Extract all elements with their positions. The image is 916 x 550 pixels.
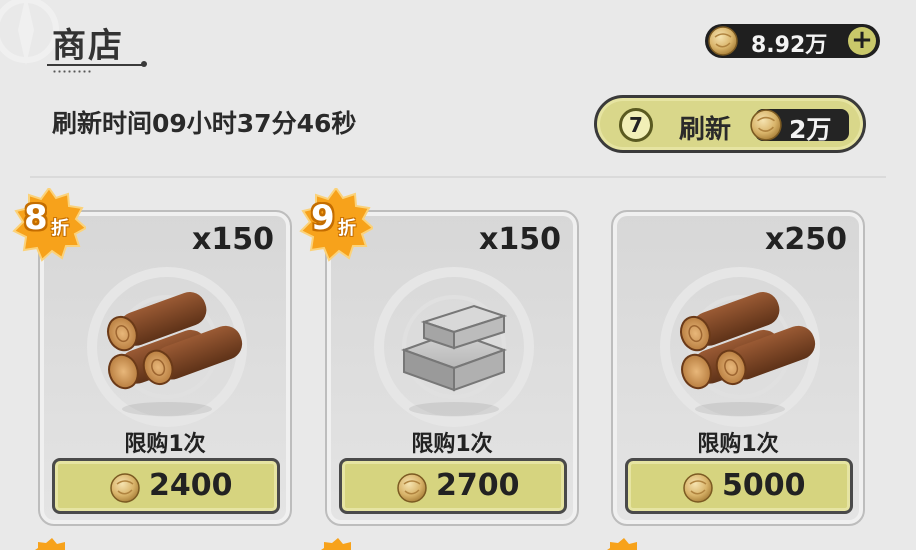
- page-title: 商店: [52, 26, 124, 66]
- purchase-limit: 限购1次: [124, 432, 206, 457]
- currency-display: 8.92万 +: [705, 24, 880, 58]
- purchase-limit: 限购1次: [697, 432, 779, 457]
- currency-amount: 8.92万: [751, 33, 828, 58]
- discount-badge-partial: [35, 538, 65, 550]
- item-quantity: x150: [192, 222, 274, 257]
- item-quantity: x150: [479, 222, 561, 257]
- refresh-label: 刷新: [679, 115, 732, 145]
- header-divider: [30, 176, 886, 178]
- buy-button[interactable]: 5000: [625, 458, 853, 514]
- item-price: 5000: [722, 468, 806, 503]
- title-dots: [52, 70, 92, 73]
- refresh-cost: 2万: [750, 109, 849, 144]
- item-price: 2400: [149, 468, 233, 503]
- discount-badge-partial: [607, 538, 637, 550]
- refresh-button[interactable]: 7 刷新 2万: [594, 95, 866, 153]
- buy-button[interactable]: 2400: [52, 458, 280, 514]
- refresh-cycle-icon: 7: [619, 108, 653, 142]
- refresh-count: 7: [629, 113, 643, 137]
- coin-icon: [397, 473, 427, 503]
- add-currency-button[interactable]: +: [848, 27, 876, 55]
- item-price: 2700: [436, 468, 520, 503]
- buy-button[interactable]: 2700: [339, 458, 567, 514]
- purchase-limit: 限购1次: [411, 432, 493, 457]
- discount-badge: 8 折: [12, 187, 87, 262]
- shop-screen: 商店 8.92万 + 刷新时间09小时37分46秒 7 刷新 2万 x150 限…: [0, 0, 916, 550]
- coin-icon: [683, 473, 713, 503]
- discount-suffix: 折: [51, 218, 69, 239]
- wood-logs-icon: [680, 291, 816, 390]
- coin-icon: [110, 473, 140, 503]
- title-underline: [47, 61, 147, 67]
- item-quantity: x250: [765, 222, 847, 257]
- discount-suffix: 折: [338, 218, 356, 239]
- wood-logs-icon: [107, 291, 243, 390]
- discount-number: 8: [24, 198, 48, 238]
- coin-icon: [750, 109, 782, 141]
- shop-item-card[interactable]: x250 限购1次 5000: [611, 210, 865, 526]
- refresh-timer: 刷新时间09小时37分46秒: [52, 109, 357, 138]
- discount-number: 9: [311, 198, 335, 238]
- refresh-cost-value: 2万: [789, 115, 832, 144]
- stone-bricks-icon: [401, 304, 508, 392]
- discount-badge-partial: [321, 538, 351, 550]
- discount-badge: 9 折: [299, 187, 374, 262]
- coin-icon: [708, 26, 738, 56]
